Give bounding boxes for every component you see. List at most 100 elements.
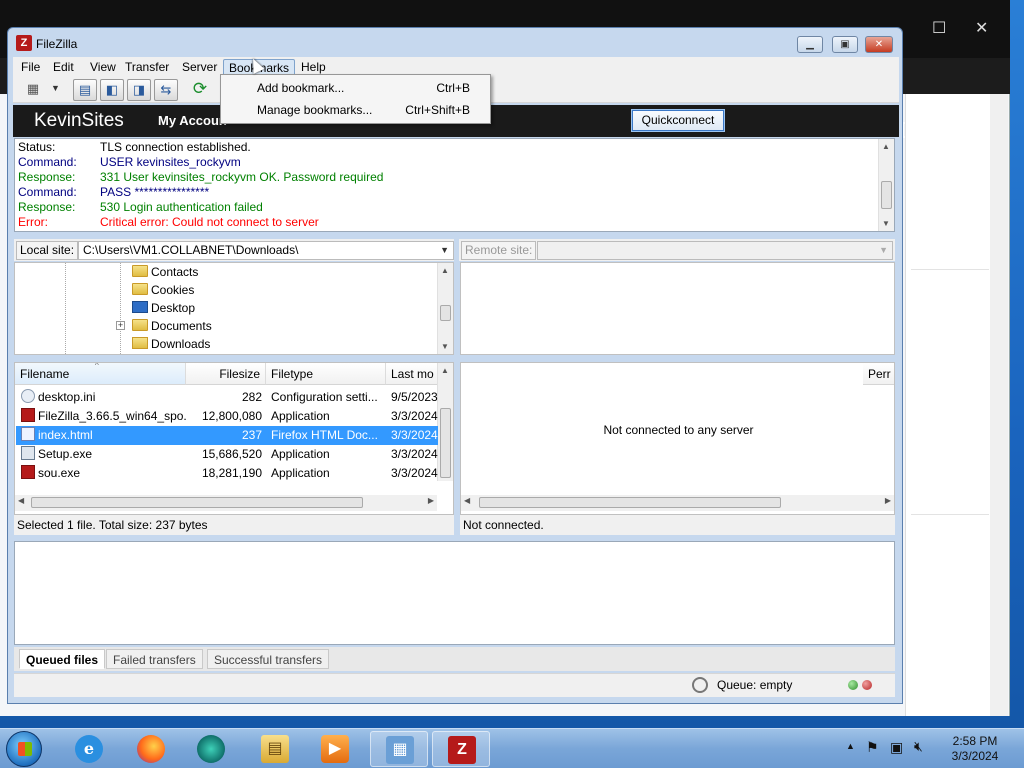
tab-successful-transfers[interactable]: Successful transfers: [207, 649, 330, 669]
chevron-down-icon[interactable]: ▼: [51, 83, 60, 93]
taskbar-browser[interactable]: ●: [182, 731, 240, 767]
title-bar[interactable]: Z FileZilla ▁ ▣ ✕: [8, 28, 902, 58]
scroll-left-icon[interactable]: ◀: [464, 496, 470, 505]
table-row[interactable]: sou.exe 18,281,190 Application 3/3/2024: [16, 464, 438, 483]
browser-close-icon[interactable]: ✕: [975, 18, 988, 38]
tree-item[interactable]: Contacts: [132, 264, 198, 280]
scroll-up-icon[interactable]: ▲: [882, 142, 890, 151]
quickconnect-button[interactable]: Quickconnect: [631, 109, 725, 132]
taskbar-file-explorer[interactable]: ▤: [246, 731, 304, 767]
scroll-thumb[interactable]: [440, 408, 451, 478]
toggle-queue-icon[interactable]: ⇆: [154, 79, 178, 101]
chevron-down-icon[interactable]: ▼: [879, 242, 888, 259]
menu-transfer[interactable]: Transfer: [120, 59, 174, 76]
tree-item[interactable]: Downloads: [132, 336, 210, 352]
file-name-cell: sou.exe: [21, 464, 187, 483]
firefox-icon: ●: [137, 735, 165, 763]
scroll-down-icon[interactable]: ▼: [441, 342, 449, 351]
menu-item-manage-bookmarks[interactable]: Manage bookmarks... Ctrl+Shift+B: [223, 99, 488, 121]
column-permissions[interactable]: Perr: [863, 363, 894, 385]
table-row[interactable]: desktop.ini 282 Configuration setti... 9/5/…: [16, 388, 438, 407]
column-last-modified[interactable]: Last mo: [386, 363, 440, 385]
action-center-flag-icon[interactable]: ⚑: [866, 739, 879, 756]
local-path-value: C:\Users\VM1.COLLABNET\Downloads\: [83, 243, 299, 257]
download-indicator-icon: [862, 680, 872, 690]
taskbar-firefox[interactable]: ●: [122, 731, 180, 767]
scroll-thumb[interactable]: [881, 181, 892, 209]
remote-directory-tree[interactable]: [460, 262, 895, 355]
local-file-list[interactable]: Filename ^ Filesize Filetype Last mo ▲ ◀…: [14, 362, 454, 515]
local-status: Selected 1 file. Total size: 237 bytes: [14, 515, 454, 535]
refresh-icon[interactable]: ⟳: [188, 79, 212, 101]
local-list-scrollbar[interactable]: ▲: [437, 363, 453, 481]
taskbar-media-player[interactable]: ▶: [306, 731, 364, 767]
column-filesize[interactable]: Filesize: [186, 363, 266, 385]
log-entry: Response: 530 Login authentication failed: [18, 200, 263, 215]
table-row[interactable]: FileZilla_3.66.5_win64_spo... 12,800,080 A…: [16, 407, 438, 426]
toggle-local-tree-icon[interactable]: ◧: [100, 79, 124, 101]
network-tray-icon[interactable]: ▣: [890, 739, 903, 756]
scroll-down-icon[interactable]: ▼: [882, 219, 890, 228]
taskbar-control-panel[interactable]: ▦: [370, 731, 428, 767]
message-log-scrollbar[interactable]: ▲ ▼: [878, 139, 894, 231]
scroll-right-icon[interactable]: ▶: [428, 496, 434, 505]
scroll-left-icon[interactable]: ◀: [18, 496, 24, 505]
close-button[interactable]: ✕: [865, 36, 893, 53]
scroll-up-icon[interactable]: ▲: [441, 366, 449, 375]
remote-file-list[interactable]: Perr Not connected to any server ◀ ▶: [460, 362, 895, 515]
taskbar-internet-explorer[interactable]: e: [60, 731, 118, 767]
sort-ascending-icon: ^: [95, 363, 99, 370]
table-row[interactable]: index.html 237 Firefox HTML Doc... 3/3/2024: [16, 426, 438, 445]
menu-item-add-bookmark[interactable]: Add bookmark... Ctrl+B: [223, 77, 488, 99]
scroll-right-icon[interactable]: ▶: [885, 496, 891, 505]
local-tree-scrollbar[interactable]: ▲ ▼: [437, 263, 453, 354]
scroll-up-icon[interactable]: ▲: [441, 266, 449, 275]
scroll-thumb[interactable]: [479, 497, 781, 508]
tree-item[interactable]: Cookies: [132, 282, 194, 298]
taskbar-filezilla[interactable]: Z: [432, 731, 490, 767]
browser-maximize-icon[interactable]: ☐: [932, 18, 946, 38]
tab-failed-transfers[interactable]: Failed transfers: [106, 649, 203, 669]
menu-view[interactable]: View: [85, 59, 121, 76]
not-connected-message: Not connected to any server: [603, 423, 754, 437]
maximize-button[interactable]: ▣: [832, 36, 858, 53]
volume-muted-icon[interactable]: 🔇︎: [914, 738, 923, 755]
show-hidden-icons[interactable]: ▲: [846, 741, 855, 751]
clock-time: 2:58 PM: [952, 734, 998, 748]
queue-status-text: Queue: empty: [717, 678, 793, 692]
browser-scrollbar[interactable]: [990, 94, 1008, 716]
my-account-link[interactable]: My Accoun: [158, 113, 227, 128]
log-entry-text: 530 Login authentication failed: [100, 200, 263, 214]
folder-icon: [132, 319, 148, 331]
file-size-cell: 282: [187, 388, 262, 407]
system-clock[interactable]: 2:58 PM 3/3/2024: [940, 734, 1010, 764]
scroll-thumb[interactable]: [440, 305, 451, 321]
toggle-message-log-icon[interactable]: ▤: [73, 79, 97, 101]
file-modified-cell-text: 3/3/2024: [391, 466, 438, 480]
remote-list-hscrollbar[interactable]: ◀ ▶: [461, 495, 894, 511]
message-log[interactable]: Error: Critical error: Could not connect …: [14, 138, 895, 232]
chevron-down-icon[interactable]: ▼: [440, 242, 449, 259]
scroll-thumb[interactable]: [31, 497, 363, 508]
tree-item[interactable]: Desktop: [132, 300, 195, 316]
site-manager-icon[interactable]: ▦: [21, 79, 45, 101]
column-filename[interactable]: Filename ^: [15, 363, 186, 385]
expand-icon[interactable]: +: [116, 321, 125, 330]
log-entry-text: PASS ****************: [100, 185, 210, 199]
menu-file[interactable]: File: [16, 59, 45, 76]
local-directory-tree[interactable]: ▲ ▼ Contacts Cookies Desktop Documents + Down…: [14, 262, 454, 355]
local-site-label: Local site:: [16, 241, 79, 260]
local-path-combo[interactable]: C:\Users\VM1.COLLABNET\Downloads\ ▼: [78, 241, 454, 260]
tree-item[interactable]: Documents: [132, 318, 212, 334]
local-list-hscrollbar[interactable]: ◀ ▶: [15, 495, 437, 511]
transfer-queue[interactable]: [14, 541, 895, 645]
tab-queued-files[interactable]: Queued files: [19, 649, 106, 669]
menu-edit[interactable]: Edit: [48, 59, 79, 76]
minimize-button[interactable]: ▁: [797, 36, 823, 53]
remote-path-combo[interactable]: ▼: [537, 241, 893, 260]
start-button[interactable]: [6, 731, 42, 767]
table-row[interactable]: Setup.exe 15,686,520 Application 3/3/2024: [16, 445, 438, 464]
menu-server[interactable]: Server: [177, 59, 222, 76]
column-filetype[interactable]: Filetype: [266, 363, 386, 385]
toggle-remote-tree-icon[interactable]: ◨: [127, 79, 151, 101]
